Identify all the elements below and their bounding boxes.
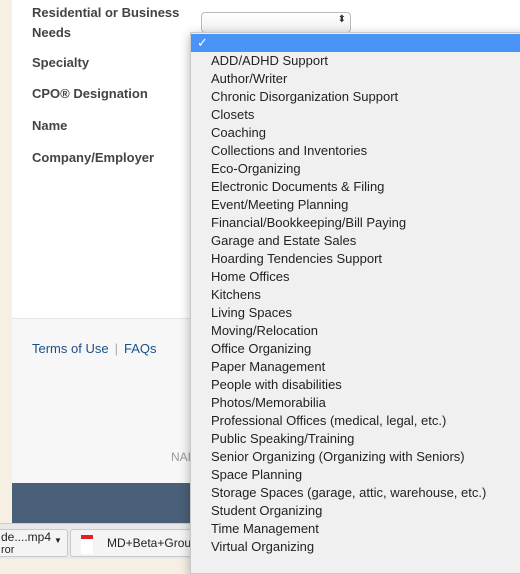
- dropdown-option[interactable]: Collections and Inventories: [191, 142, 520, 160]
- dropdown-option[interactable]: Photos/Memorabilia: [191, 394, 520, 412]
- dropdown-option[interactable]: ADD/ADHD Support: [191, 52, 520, 70]
- dropdown-option[interactable]: Virtual Organizing: [191, 538, 520, 556]
- dropdown-option[interactable]: People with disabilities: [191, 376, 520, 394]
- dropdown-option[interactable]: Financial/Bookkeeping/Bill Paying: [191, 214, 520, 232]
- label-residential: Residential or Business: [32, 5, 180, 20]
- dropdown-option[interactable]: Public Speaking/Training: [191, 430, 520, 448]
- label-cpo: CPO® Designation: [32, 86, 148, 101]
- dropdown-option[interactable]: Home Offices: [191, 268, 520, 286]
- dropdown-option[interactable]: Hoarding Tendencies Support: [191, 250, 520, 268]
- dropdown-option[interactable]: Garage and Estate Sales: [191, 232, 520, 250]
- download-item[interactable]: de....mp4 ror ▼: [0, 529, 68, 557]
- checkmark-icon: ✓: [197, 35, 208, 50]
- label-name: Name: [32, 118, 68, 133]
- dropdown-option[interactable]: Living Spaces: [191, 304, 520, 322]
- dropdown-option[interactable]: Event/Meeting Planning: [191, 196, 520, 214]
- footer-links: Terms of Use | FAQs: [32, 341, 156, 356]
- label-needs: Needs: [32, 25, 72, 40]
- dropdown-option[interactable]: Closets: [191, 106, 520, 124]
- dropdown-option[interactable]: Moving/Relocation: [191, 322, 520, 340]
- label-company: Company/Employer: [32, 150, 155, 165]
- dropdown-option[interactable]: Kitchens: [191, 286, 520, 304]
- dropdown-option[interactable]: Eco-Organizing: [191, 160, 520, 178]
- pdf-icon: [81, 535, 93, 554]
- dropdown-option[interactable]: Paper Management: [191, 358, 520, 376]
- terms-link[interactable]: Terms of Use: [32, 341, 109, 356]
- needs-select[interactable]: ⬍: [201, 12, 351, 33]
- faqs-link[interactable]: FAQs: [124, 341, 157, 356]
- footer-partial-text: NAI: [171, 450, 192, 464]
- specialty-dropdown-menu: ✓ ADD/ADHD Support Author/Writer Chronic D…: [190, 32, 520, 574]
- separator: |: [114, 341, 118, 356]
- download-name: de....mp4: [1, 530, 52, 544]
- label-specialty: Specialty: [32, 55, 90, 70]
- dropdown-option[interactable]: Electronic Documents & Filing: [191, 178, 520, 196]
- dropdown-option[interactable]: Storage Spaces (garage, attic, warehouse…: [191, 484, 520, 502]
- dropdown-option[interactable]: Senior Organizing (Organizing with Senio…: [191, 448, 520, 466]
- dropdown-option[interactable]: Student Organizing: [191, 502, 520, 520]
- dropdown-option[interactable]: Professional Offices (medical, legal, et…: [191, 412, 520, 430]
- dropdown-option[interactable]: Space Planning: [191, 466, 520, 484]
- dropdown-option-blank[interactable]: ✓: [191, 34, 520, 52]
- chevron-down-icon[interactable]: ▼: [54, 536, 62, 545]
- dropdown-option[interactable]: Coaching: [191, 124, 520, 142]
- dropdown-option[interactable]: Time Management: [191, 520, 520, 538]
- download-status: ror: [1, 544, 15, 556]
- dropdown-option[interactable]: Author/Writer: [191, 70, 520, 88]
- updown-arrows-icon: ⬍: [337, 14, 346, 25]
- dropdown-option[interactable]: Chronic Disorganization Support: [191, 88, 520, 106]
- download-name: MD+Beta+Group: [107, 536, 198, 550]
- dropdown-option[interactable]: Office Organizing: [191, 340, 520, 358]
